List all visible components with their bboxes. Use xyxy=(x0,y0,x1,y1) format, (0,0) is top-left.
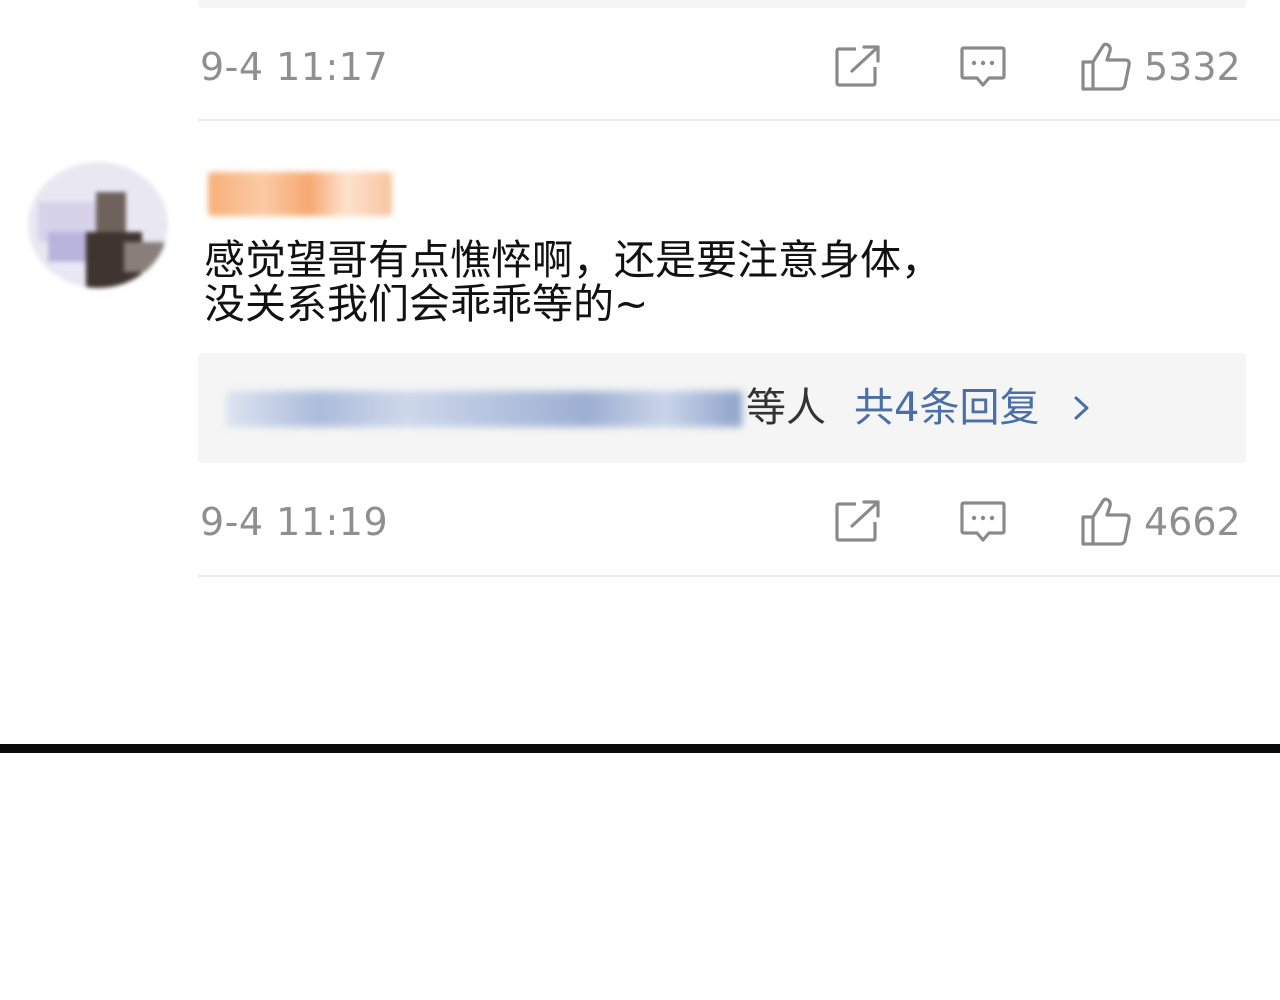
comment-text-line-1: 感觉望哥有点憔悴啊，还是要注意身体， xyxy=(204,236,942,284)
thumbs-up-icon xyxy=(1081,42,1131,91)
share-icon xyxy=(835,500,880,542)
chevron-right-icon[interactable] xyxy=(1070,393,1094,423)
avatar[interactable] xyxy=(28,162,168,288)
username-blurred[interactable] xyxy=(208,172,392,216)
thumbs-up-icon xyxy=(1081,497,1131,546)
like-button[interactable]: 4662 xyxy=(1080,494,1241,550)
comment-actions: 9-4 11:19 4662 xyxy=(198,492,1244,552)
share-button[interactable] xyxy=(832,496,884,548)
comment-text: 感觉望哥有点憔悴啊，还是要注意身体， 没关系我们会乖乖等的~ xyxy=(204,238,1204,326)
share-button[interactable] xyxy=(832,41,884,93)
reply-count-link[interactable]: 共4条回复 xyxy=(854,385,1039,431)
comment-divider xyxy=(198,119,1280,121)
comment-button[interactable] xyxy=(957,41,1009,93)
share-icon xyxy=(835,45,880,87)
timestamp: 9-4 11:17 xyxy=(200,45,389,89)
comment-button[interactable] xyxy=(957,496,1009,548)
timestamp: 9-4 11:19 xyxy=(200,500,389,544)
reply-preview-box[interactable]: 等人 共4条回复 xyxy=(198,353,1246,463)
comment-icon xyxy=(960,501,1006,542)
like-count: 4662 xyxy=(1144,500,1241,544)
comment-divider xyxy=(198,575,1280,577)
previous-comment-actions: 9-4 11:17 5332 xyxy=(198,37,1244,97)
comment-text-line-2: 没关系我们会乖乖等的~ xyxy=(204,280,649,328)
reply-names-blurred xyxy=(226,391,742,427)
previous-reply-box xyxy=(198,0,1246,8)
panel-separator-line xyxy=(0,744,1280,753)
comment-icon xyxy=(960,46,1006,87)
reply-suffix: 等人 xyxy=(746,385,826,431)
like-count: 5332 xyxy=(1144,45,1241,89)
like-button[interactable]: 5332 xyxy=(1080,39,1241,95)
